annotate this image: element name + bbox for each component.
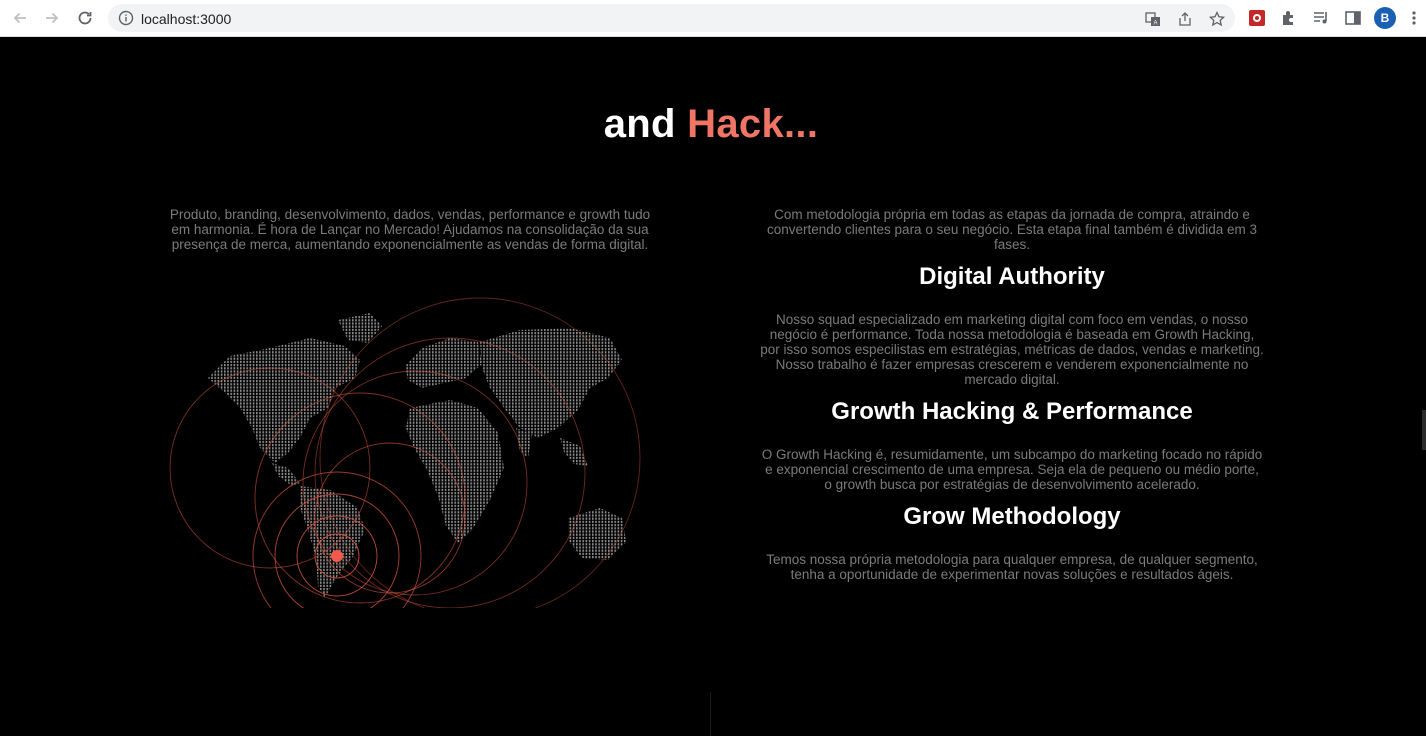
- url-text: localhost:3000: [141, 11, 232, 27]
- right-intro-text: Com metodologia própria em todas as etap…: [766, 207, 1258, 252]
- share-icon[interactable]: [1176, 10, 1194, 28]
- reload-icon[interactable]: [73, 6, 97, 30]
- translate-icon[interactable]: A: [1144, 10, 1162, 28]
- side-panel-icon[interactable]: [1343, 8, 1363, 28]
- puzzle-icon[interactable]: [1279, 8, 1299, 28]
- center-divider: [710, 692, 711, 736]
- menu-icon[interactable]: [1404, 8, 1424, 28]
- hero-title-white: and: [603, 102, 688, 146]
- section-heading-growth-hacking: Growth Hacking & Performance: [831, 398, 1193, 425]
- left-intro-text: Produto, branding, desenvolvimento, dado…: [169, 207, 651, 252]
- scrollbar-thumb[interactable]: [1422, 410, 1426, 450]
- page-content: and Hack... Produto, branding, desenvolv…: [0, 38, 1422, 736]
- forward-icon[interactable]: [40, 6, 64, 30]
- continents: [208, 313, 626, 598]
- section-heading-digital-authority: Digital Authority: [919, 263, 1105, 290]
- bookmark-star-icon[interactable]: [1208, 10, 1226, 28]
- hero-title-accent: Hack...: [687, 102, 819, 146]
- svg-text:A: A: [1153, 21, 1157, 27]
- address-bar[interactable]: localhost:3000 A: [108, 4, 1235, 32]
- media-icon[interactable]: [1311, 8, 1331, 28]
- hero-title: and Hack...: [0, 102, 1422, 147]
- section-body-growth-hacking: O Growth Hacking é, resumidamente, um su…: [761, 447, 1263, 492]
- site-info-icon[interactable]: [118, 10, 134, 31]
- profile-avatar[interactable]: B: [1374, 7, 1396, 29]
- origin-marker: [331, 550, 343, 562]
- page-scrollbar[interactable]: [1422, 38, 1426, 736]
- world-map-illustration: [169, 297, 641, 608]
- section-heading-grow-methodology: Grow Methodology: [903, 503, 1121, 530]
- back-icon[interactable]: [8, 6, 32, 30]
- extension-icon[interactable]: [1247, 8, 1267, 28]
- section-body-digital-authority: Nosso squad especializado em marketing d…: [760, 312, 1264, 387]
- browser-toolbar: localhost:3000 A B: [0, 0, 1426, 37]
- section-body-grow-methodology: Temos nossa própria metodologia para qua…: [766, 552, 1258, 582]
